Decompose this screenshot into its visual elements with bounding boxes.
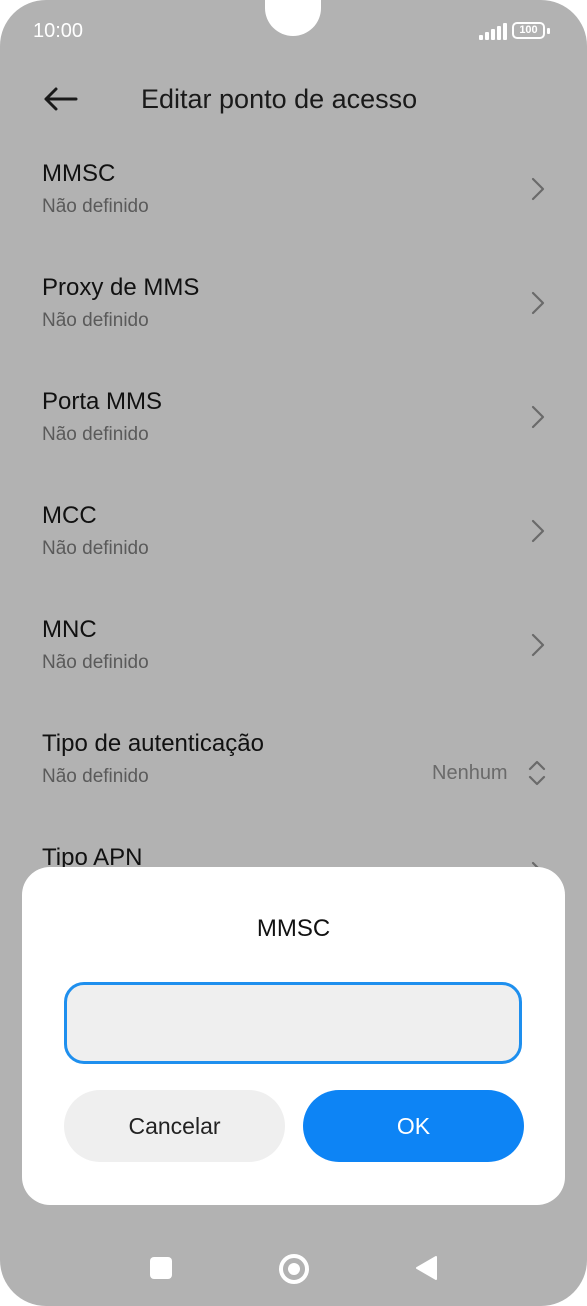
status-time: 10:00 (33, 20, 84, 42)
settings-item-title: Porta MMS (42, 388, 163, 415)
settings-item-title: MNC (42, 616, 97, 643)
auth-type-value: Nenhum (432, 762, 508, 784)
page-title: Editar ponto de acesso (141, 84, 418, 114)
settings-item-title: MMSC (42, 160, 116, 187)
signal-icon (479, 22, 507, 40)
settings-item-auth-type[interactable]: Tipo de autenticação Não definido Nenhum (0, 712, 587, 826)
settings-item-title: Proxy de MMS (42, 274, 200, 301)
settings-item-mcc[interactable]: MCC Não definido (0, 484, 587, 598)
cancel-button[interactable]: Cancelar (64, 1090, 285, 1162)
battery-tip (547, 28, 550, 34)
settings-item-mms-port[interactable]: Porta MMS Não definido (0, 370, 587, 484)
settings-item-subtitle: Não definido (42, 310, 149, 331)
dialog-title: MMSC (256, 915, 331, 942)
settings-item-mnc[interactable]: MNC Não definido (0, 598, 587, 712)
triangle-left-icon[interactable] (414, 1255, 438, 1281)
battery-level: 100 (519, 24, 538, 36)
chevron-right-icon (531, 519, 545, 543)
app-bar: Editar ponto de acesso (0, 70, 587, 130)
phone-screen: 10:00 100 Editar ponto de acesso MMSC Nã… (0, 0, 587, 1306)
settings-item-subtitle: Não definido (42, 766, 149, 787)
settings-item-mms-proxy[interactable]: Proxy de MMS Não definido (0, 256, 587, 370)
arrow-left-icon[interactable] (40, 84, 80, 114)
navigation-bar (0, 1230, 587, 1306)
battery-icon: 100 (512, 22, 545, 39)
chevron-right-icon (531, 633, 545, 657)
settings-item-title: Tipo de autenticação (42, 730, 264, 757)
settings-item-subtitle: Não definido (42, 196, 149, 217)
settings-item-title: MCC (42, 502, 97, 529)
settings-item-subtitle: Não definido (42, 424, 149, 445)
chevron-up-down-icon (528, 760, 546, 786)
mmsc-dialog: MMSC Cancelar OK (22, 867, 565, 1205)
square-icon[interactable] (150, 1257, 172, 1279)
settings-item-subtitle: Não definido (42, 538, 149, 559)
chevron-right-icon (531, 405, 545, 429)
settings-item-mmsc[interactable]: MMSC Não definido (0, 142, 587, 256)
chevron-right-icon (531, 177, 545, 201)
circle-icon[interactable] (279, 1254, 309, 1284)
mmsc-input[interactable] (64, 982, 522, 1064)
chevron-right-icon (531, 291, 545, 315)
ok-button[interactable]: OK (303, 1090, 524, 1162)
settings-item-subtitle: Não definido (42, 652, 149, 673)
